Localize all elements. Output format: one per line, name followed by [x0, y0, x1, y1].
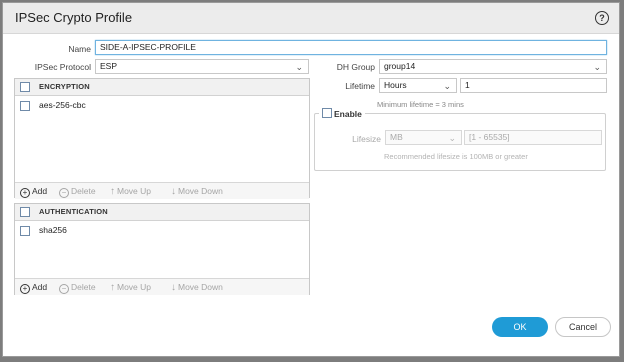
encryption-toolbar: + Add − Delete ↑ Move Up ↓ Move Down: [15, 182, 309, 199]
cancel-button[interactable]: Cancel: [555, 317, 611, 337]
add-label: Add: [32, 282, 48, 292]
authentication-table: AUTHENTICATION sha256 + Add − Delete ↑ Move…: [14, 203, 310, 295]
dialog-title: IPSec Crypto Profile: [15, 10, 133, 25]
help-icon[interactable]: ?: [595, 11, 609, 25]
authentication-add-button[interactable]: + Add: [20, 282, 47, 294]
lifetime-label: Lifetime: [345, 81, 375, 91]
lifetime-unit-select[interactable]: Hours ⌄: [379, 78, 457, 93]
lifesize-enable-toggle[interactable]: Enable: [319, 108, 365, 119]
arrow-up-icon: ↑: [110, 282, 115, 293]
table-row[interactable]: aes-256-cbc: [15, 98, 309, 112]
plus-icon: +: [20, 188, 30, 198]
row-checkbox[interactable]: [20, 101, 30, 111]
ipsec-protocol-label: IPSec Protocol: [34, 62, 91, 72]
lifesize-unit-value: MB: [390, 132, 403, 142]
authentication-delete-button[interactable]: − Delete: [59, 282, 96, 294]
lifesize-note: Recommended lifesize is 100MB or greater: [384, 152, 528, 161]
lifesize-value-input[interactable]: [1 - 65535]: [464, 130, 602, 145]
move-down-label: Move Down: [178, 282, 223, 292]
lifetime-value-input[interactable]: 1: [460, 78, 607, 93]
dialog-titlebar: IPSec Crypto Profile ?: [3, 3, 619, 34]
select-all-checkbox[interactable]: [20, 82, 30, 92]
chevron-down-icon: ⌄: [443, 81, 451, 91]
ipsec-protocol-select[interactable]: ESP ⌄: [95, 59, 309, 74]
encryption-table: ENCRYPTION aes-256-cbc + Add − Delete ↑ Mov…: [14, 78, 310, 199]
minus-icon: −: [59, 188, 69, 198]
encryption-delete-button[interactable]: − Delete: [59, 186, 96, 198]
encryption-add-button[interactable]: + Add: [20, 186, 47, 198]
dh-group-value: group14: [384, 61, 416, 71]
dh-group-select[interactable]: group14 ⌄: [379, 59, 607, 74]
lifetime-note: Minimum lifetime = 3 mins: [377, 100, 464, 109]
chevron-down-icon: ⌄: [295, 62, 303, 72]
move-up-label: Move Up: [117, 186, 152, 196]
name-label: Name: [68, 44, 91, 54]
name-input[interactable]: SIDE-A-IPSEC-PROFILE: [95, 40, 607, 55]
minus-icon: −: [59, 284, 69, 294]
lifetime-unit-value: Hours: [384, 80, 407, 90]
delete-label: Delete: [71, 186, 96, 196]
ipsec-crypto-profile-dialog: IPSec Crypto Profile ? Name SIDE-A-IPSEC…: [2, 2, 620, 357]
encryption-column-header: ENCRYPTION: [39, 82, 90, 91]
ok-button[interactable]: OK: [492, 317, 548, 337]
arrow-down-icon: ↓: [171, 186, 176, 197]
encryption-table-header: ENCRYPTION: [15, 79, 309, 96]
encryption-move-down-button[interactable]: ↓ Move Down: [171, 186, 223, 197]
enable-label: Enable: [334, 109, 362, 119]
dh-group-label: DH Group: [336, 62, 375, 72]
authentication-table-header: AUTHENTICATION: [15, 204, 309, 221]
authentication-move-up-button[interactable]: ↑ Move Up: [110, 282, 151, 293]
authentication-move-down-button[interactable]: ↓ Move Down: [171, 282, 223, 293]
enable-checkbox[interactable]: [322, 108, 332, 118]
ipsec-protocol-value: ESP: [100, 61, 118, 71]
lifesize-label: Lifesize: [352, 134, 381, 144]
select-all-checkbox[interactable]: [20, 207, 30, 217]
encryption-value: aes-256-cbc: [39, 100, 86, 110]
add-label: Add: [32, 186, 48, 196]
move-up-label: Move Up: [117, 282, 152, 292]
arrow-down-icon: ↓: [171, 282, 176, 293]
arrow-up-icon: ↑: [110, 186, 115, 197]
authentication-toolbar: + Add − Delete ↑ Move Up ↓ Move Down: [15, 278, 309, 295]
authentication-value: sha256: [39, 225, 67, 235]
authentication-column-header: AUTHENTICATION: [39, 207, 108, 216]
lifesize-unit-select[interactable]: MB ⌄: [385, 130, 462, 145]
encryption-move-up-button[interactable]: ↑ Move Up: [110, 186, 151, 197]
row-checkbox[interactable]: [20, 226, 30, 236]
move-down-label: Move Down: [178, 186, 223, 196]
chevron-down-icon: ⌄: [593, 62, 601, 72]
table-row[interactable]: sha256: [15, 223, 309, 237]
delete-label: Delete: [71, 282, 96, 292]
chevron-down-icon: ⌄: [448, 133, 456, 143]
plus-icon: +: [20, 284, 30, 294]
